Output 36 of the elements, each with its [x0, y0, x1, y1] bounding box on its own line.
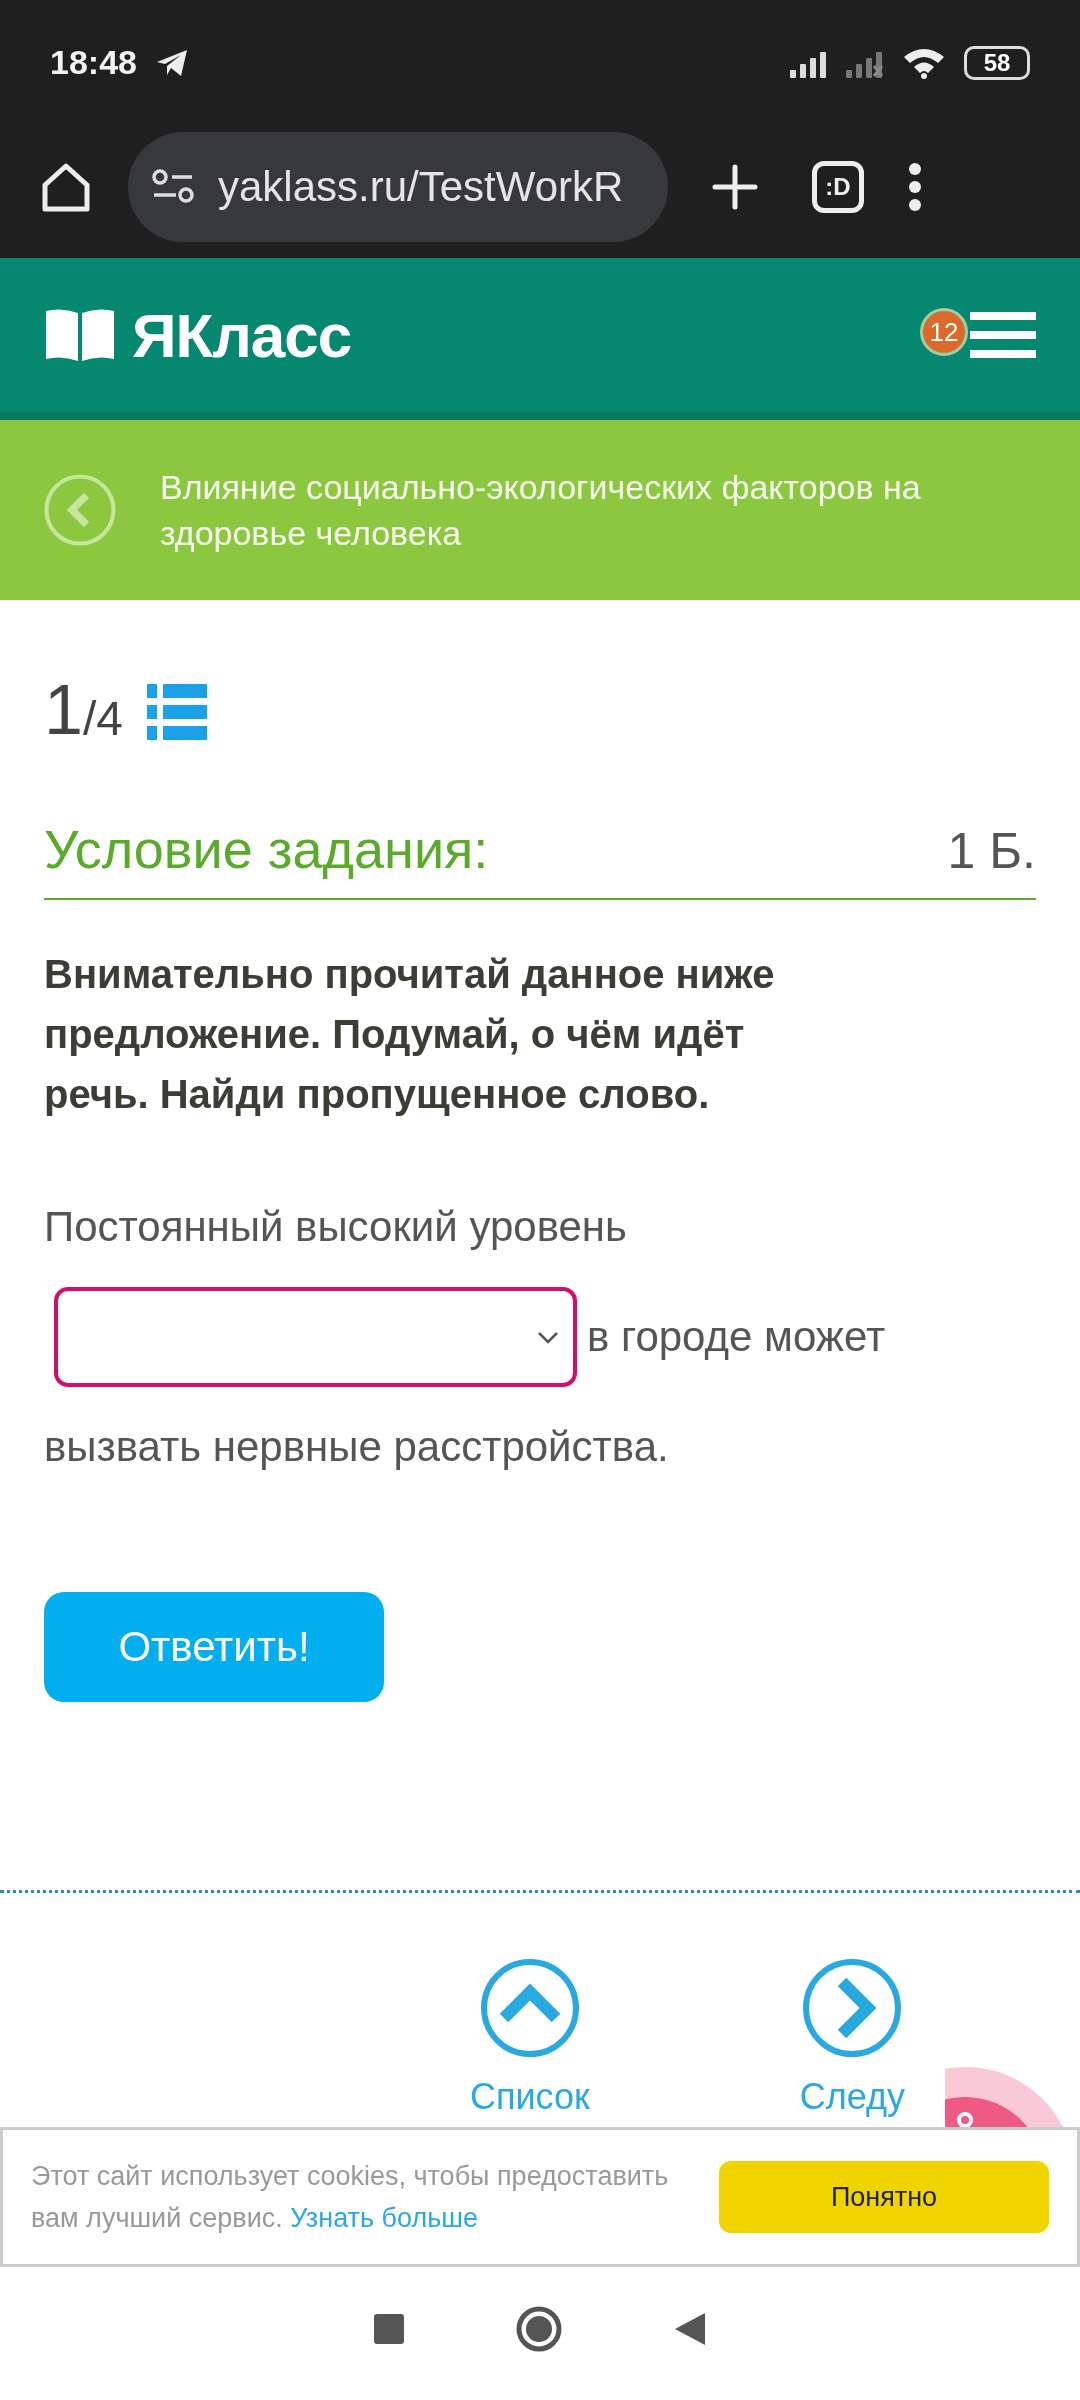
answer-dropdown[interactable] [54, 1287, 577, 1387]
accept-button[interactable]: Понятно [719, 2161, 1049, 2233]
question-number: 1 [44, 670, 83, 750]
new-tab-icon[interactable] [712, 163, 758, 210]
task-heading: Условие задания: [44, 818, 489, 880]
notification-badge: 12 [920, 308, 968, 356]
home-button-icon[interactable] [515, 2304, 563, 2353]
learn-more-link[interactable]: Узнать больше [290, 2203, 478, 2233]
site-settings-icon[interactable] [152, 168, 196, 205]
menu-icon[interactable] [970, 312, 1036, 358]
battery-icon: 58 [964, 45, 1030, 80]
nav-link[interactable]: Список [470, 2076, 590, 2118]
wifi-icon [902, 46, 946, 79]
sentence-text: в городе может [587, 1312, 886, 1362]
site-logo[interactable]: ЯКласс [132, 299, 352, 371]
chevron-down-icon [537, 1331, 559, 1345]
more-options-icon[interactable] [908, 161, 922, 212]
back-button-icon[interactable] [673, 2310, 707, 2347]
book-icon [44, 307, 116, 363]
list-icon[interactable] [146, 684, 207, 740]
status-time: 18:48 [50, 43, 137, 82]
tab-switcher-button[interactable]: :D [812, 160, 864, 213]
topic-title: Влияние социально-экологических факторов на здоровье человека [159, 467, 922, 554]
home-icon[interactable] [40, 160, 92, 213]
submit-button[interactable]: Ответить! [44, 1592, 384, 1702]
recents-icon[interactable] [373, 2312, 405, 2345]
question-total: /4 [82, 692, 123, 746]
address-bar[interactable]: yaklass.ru/TestWorkR [128, 131, 668, 242]
chevron-up-icon[interactable] [479, 1958, 580, 2058]
nav-link[interactable]: Следу [799, 2076, 906, 2118]
task-points: 1 Б. [947, 822, 1036, 880]
chevron-icon[interactable] [802, 1958, 903, 2058]
sentence-text: Постоянный высокий уровень [44, 1202, 628, 1252]
task-instruction: Внимательно прочитай данное ниже предложение. Подумай, о чём идёт речь. Найди пропущенное слово. [44, 951, 776, 1118]
cookie-message: Этот сайт использует cookies, чтобы предоставить вам лучший сервис. Узнать больше [31, 2160, 670, 2235]
sentence-text: вызвать нервные расстройства. [44, 1422, 670, 1472]
